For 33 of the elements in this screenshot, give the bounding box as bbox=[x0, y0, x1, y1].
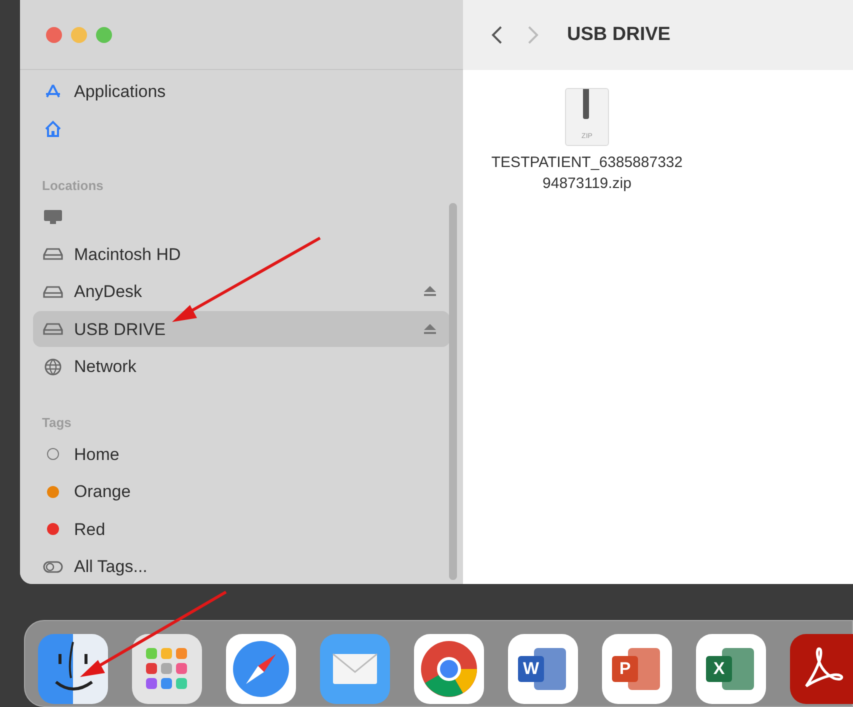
acrobat-app-icon[interactable] bbox=[790, 634, 853, 704]
sidebar-item[interactable]: Macintosh HD bbox=[33, 236, 450, 272]
globe-icon bbox=[44, 358, 62, 376]
section-header: Locations bbox=[42, 176, 104, 194]
tags-icon bbox=[43, 560, 63, 574]
close-button[interactable] bbox=[46, 26, 62, 42]
scrollbar[interactable] bbox=[449, 203, 457, 580]
sidebar-item[interactable]: Home bbox=[33, 436, 450, 472]
section-header: Tags bbox=[42, 414, 72, 432]
sidebar-item[interactable]: USB DRIVE bbox=[33, 311, 450, 348]
file-name: TESTPATIENT_6385887332 94873119.zip bbox=[491, 153, 683, 194]
sidebar-item[interactable]: Network bbox=[33, 348, 450, 385]
launchpad-app-icon[interactable] bbox=[132, 634, 202, 704]
sidebar-item[interactable]: Orange bbox=[33, 474, 450, 510]
powerpoint-app-icon[interactable]: P bbox=[602, 634, 672, 704]
zoom-button[interactable] bbox=[96, 26, 112, 42]
chrome-app-icon[interactable] bbox=[414, 634, 484, 704]
word-app-icon[interactable]: W bbox=[508, 634, 578, 704]
excel-app-icon[interactable]: X bbox=[696, 634, 766, 704]
sidebar-item[interactable]: All Tags... bbox=[33, 548, 450, 584]
mail-app-icon[interactable] bbox=[320, 634, 390, 704]
sidebar-item[interactable]: Applications bbox=[33, 74, 450, 110]
sidebar-item[interactable]: Red bbox=[33, 511, 450, 548]
home-icon bbox=[44, 120, 62, 138]
computer-icon bbox=[43, 208, 63, 226]
sidebar-item[interactable]: AnyDesk bbox=[33, 274, 450, 310]
eject-icon[interactable] bbox=[424, 286, 436, 298]
forward-icon[interactable] bbox=[527, 25, 539, 45]
eject-icon[interactable] bbox=[424, 324, 436, 335]
finder-app-icon[interactable] bbox=[38, 634, 108, 704]
safari-app-icon[interactable] bbox=[226, 634, 296, 704]
window-title: USB DRIVE bbox=[567, 22, 670, 47]
back-icon[interactable] bbox=[491, 25, 503, 45]
